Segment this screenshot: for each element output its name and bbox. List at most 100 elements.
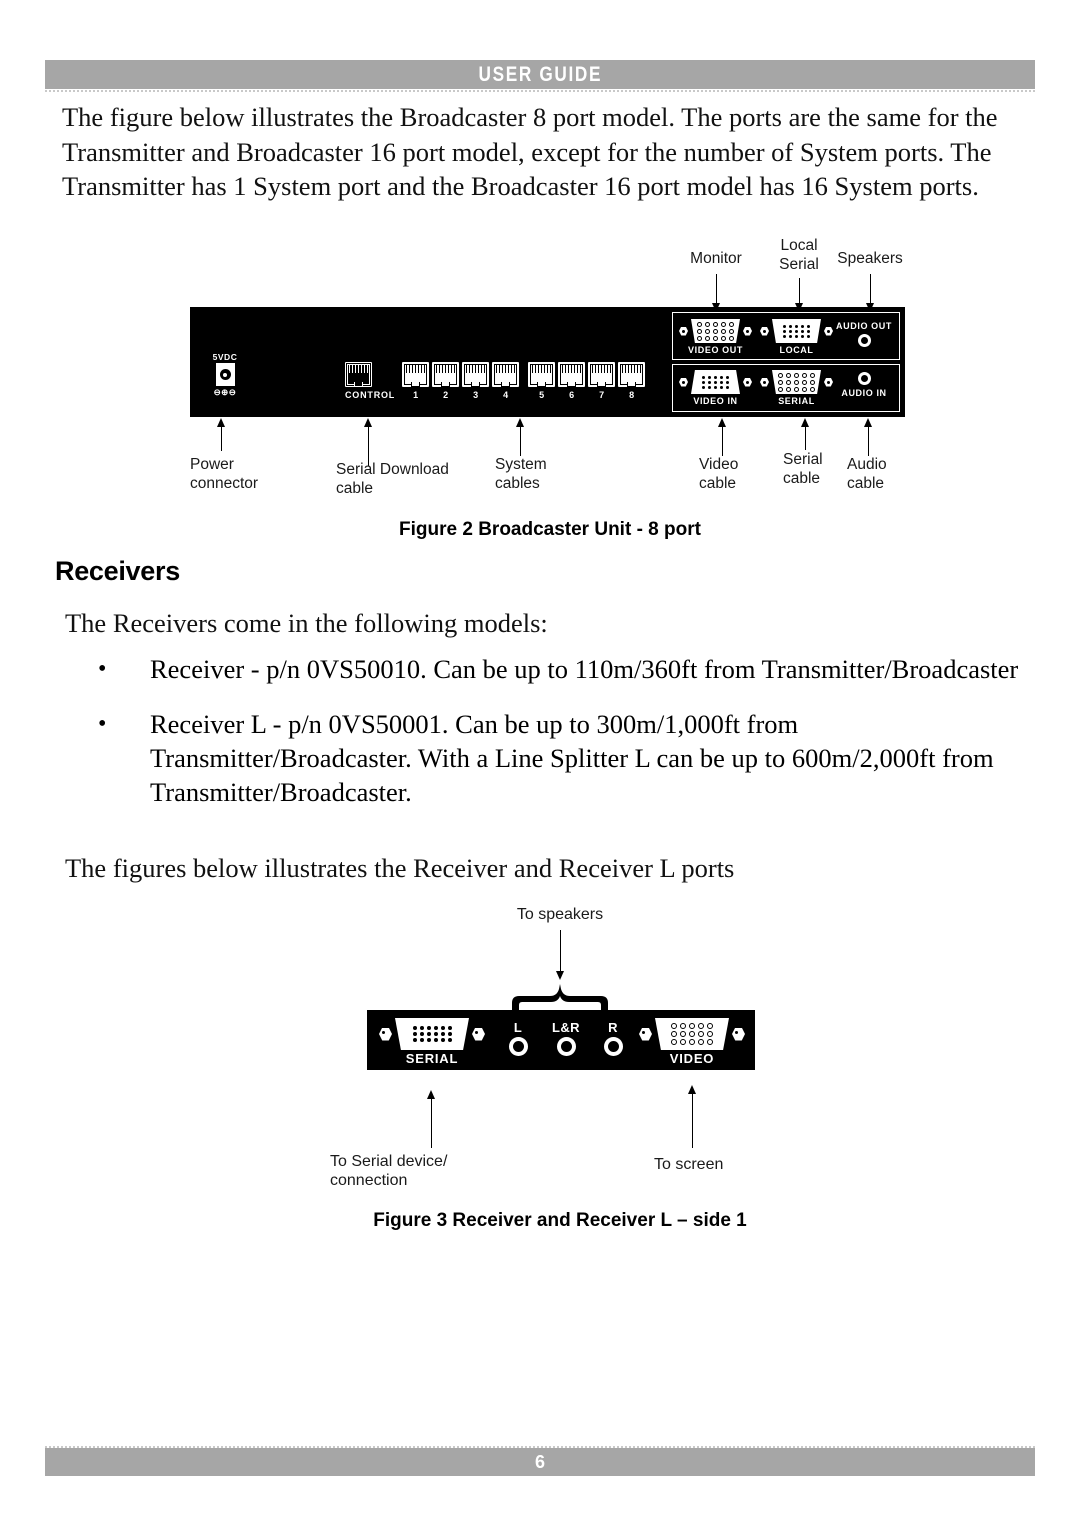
figure2-top-label-monitor: Monitor	[690, 250, 742, 267]
control-port-label: CONTROL	[345, 390, 396, 400]
rj45-jack-icon	[618, 362, 646, 387]
list-item-text: Receiver L - p/n 0VS50001. Can be up to …	[150, 709, 994, 807]
video-out-port: VIDEO OUT	[679, 319, 752, 355]
page-header-title: USER GUIDE	[478, 62, 602, 86]
screw-icon	[679, 377, 688, 387]
rj45-jack-icon	[345, 362, 372, 387]
list-item: • Receiver L - p/n 0VS50001. Can be up t…	[90, 707, 1035, 809]
rj45-port-strip: CONTROL 1 2 3 4 5 6 7 8	[345, 362, 646, 400]
receiver-audio-left-jack: L	[500, 1020, 536, 1056]
audio-out-port-label: AUDIO OUT	[836, 321, 892, 331]
system-port-number: 4	[503, 390, 509, 400]
figure2-caption: Figure 2 Broadcaster Unit - 8 port	[399, 519, 701, 540]
system-port-number: 2	[443, 390, 449, 400]
power-connector-voltage-label: 5VDC	[212, 352, 238, 362]
system-port-number: 6	[569, 390, 575, 400]
rj45-jack-icon	[492, 362, 520, 387]
figure2-bottom-label-power-connector: Power connector	[190, 456, 259, 492]
audio-jack-icon	[508, 1037, 528, 1056]
system-port-number: 8	[629, 390, 635, 400]
receiver-models-list: • Receiver - p/n 0VS50010. Can be up to …	[90, 652, 1035, 822]
figure2-arrow-local-serial	[795, 278, 803, 312]
figure2-arrow-serial-cable	[801, 418, 809, 450]
figure2-bottom-label-serial-download: Serial Download cable	[336, 461, 449, 497]
screw-icon	[679, 326, 688, 336]
video-out-port-label: VIDEO OUT	[688, 345, 743, 355]
rj45-jack-icon	[558, 362, 586, 387]
screw-icon	[379, 1027, 392, 1041]
vga-connector-icon	[772, 370, 821, 394]
system-port-number: 5	[539, 390, 545, 400]
figure2-bottom-label-video-cable: Video cable	[699, 456, 739, 492]
system-port-number: 1	[413, 390, 419, 400]
figure3-arrow-to-serial-device	[427, 1090, 435, 1148]
models-intro-paragraph: The Receivers come in the following mode…	[65, 608, 548, 638]
figure2-top-label-speakers: Speakers	[837, 250, 903, 267]
bullet-marker: •	[98, 711, 107, 737]
power-polarity-symbol: ⊖⊕⊖	[213, 387, 237, 397]
system-port-4: 4	[492, 362, 520, 400]
system-port-number: 7	[599, 390, 605, 400]
local-port: LOCAL	[760, 319, 833, 355]
audio-jack-label-lr: L&R	[552, 1020, 580, 1035]
page-footer-band: 6	[45, 1448, 1035, 1476]
serial-connector-icon	[691, 370, 740, 394]
audio-jack-icon	[857, 334, 871, 347]
serial-port: SERIAL	[760, 370, 833, 406]
audio-jack-icon	[603, 1037, 623, 1056]
system-port-1: 1	[402, 362, 430, 400]
audio-in-port-label: AUDIO IN	[841, 388, 887, 398]
figure2-arrow-speakers	[866, 274, 874, 312]
broadcaster-unit-panel: 5VDC ⊖⊕⊖ CONTROL 1 2 3 4 5 6 7 8 VIDEO O…	[190, 307, 905, 417]
figure2-arrow-monitor	[712, 274, 720, 312]
figure2-arrow-video-cable	[718, 418, 726, 456]
rj45-jack-icon	[528, 362, 556, 387]
intro-paragraph: The figure below illustrates the Broadca…	[62, 102, 998, 201]
power-jack-icon	[215, 363, 235, 386]
audio-in-port: AUDIO IN	[833, 372, 895, 398]
figure2-top-label-local-serial: Local Serial	[779, 237, 819, 273]
serial-connector-icon	[395, 1018, 469, 1050]
video-in-port-label: VIDEO IN	[693, 396, 738, 406]
figure3-arrow-to-speakers	[556, 930, 564, 980]
rj45-jack-icon	[588, 362, 616, 387]
system-port-6: 6	[558, 362, 586, 400]
figure2-arrow-power-connector	[217, 418, 225, 451]
serial-port-label: SERIAL	[778, 396, 815, 406]
speaker-brace-icon	[510, 981, 610, 1011]
audio-out-port: AUDIO OUT	[833, 321, 895, 347]
receiver-serial-port-label: SERIAL	[405, 1051, 459, 1066]
audio-jack-icon	[857, 372, 871, 385]
list-item: • Receiver - p/n 0VS50010. Can be up to …	[90, 652, 1035, 686]
figure2-bottom-label-serial-cable: Serial cable	[783, 451, 823, 487]
audio-jack-label-l: L	[513, 1020, 523, 1035]
receiver-audio-right-jack: R	[595, 1020, 631, 1056]
system-port-8: 8	[618, 362, 646, 400]
list-item-text: Receiver - p/n 0VS50010. Can be up to 11…	[150, 654, 1019, 684]
rj45-jack-icon	[432, 362, 460, 387]
input-ports-group: VIDEO IN SERIAL AUDIO IN	[672, 364, 900, 412]
rj45-jack-icon	[402, 362, 430, 387]
screw-icon	[824, 377, 833, 387]
power-connector-port: 5VDC ⊖⊕⊖	[202, 352, 248, 397]
system-port-number: 3	[473, 390, 479, 400]
output-ports-group: VIDEO OUT LOCAL AUDIO OUT	[672, 312, 900, 360]
receiver-video-port-label: VIDEO	[669, 1051, 715, 1066]
figure3-caption: Figure 3 Receiver and Receiver L – side …	[373, 1210, 747, 1231]
video-in-port: VIDEO IN	[679, 370, 752, 406]
screw-icon	[824, 326, 833, 336]
screw-icon	[760, 326, 769, 336]
figure2-arrow-system-cables	[516, 418, 524, 456]
audio-jack-label-r: R	[608, 1020, 618, 1035]
figure3-top-label-to-speakers: To speakers	[516, 906, 604, 923]
local-port-label: LOCAL	[779, 345, 814, 355]
page-number: 6	[534, 1451, 545, 1472]
serial-connector-icon	[772, 319, 821, 343]
system-port-5: 5	[528, 362, 556, 400]
screw-icon	[743, 377, 752, 387]
screw-icon	[732, 1027, 745, 1041]
screw-icon	[472, 1027, 485, 1041]
screw-icon	[760, 377, 769, 387]
figure3-arrow-to-screen	[688, 1085, 696, 1148]
audio-jack-icon	[556, 1037, 576, 1056]
